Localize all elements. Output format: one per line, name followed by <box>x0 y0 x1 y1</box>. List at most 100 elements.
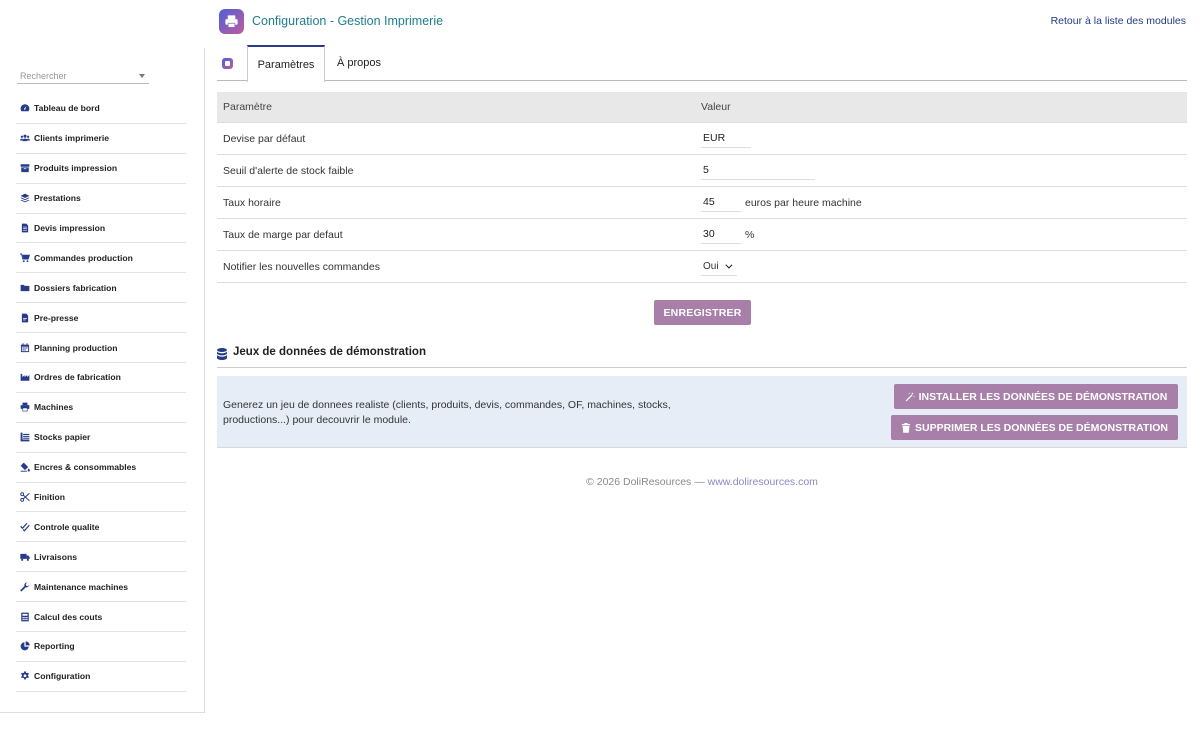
magic-wand-icon <box>905 391 915 401</box>
sidebar-item-label: Finition <box>34 492 66 503</box>
dashboard-icon <box>19 103 30 114</box>
sidebar-item-label: Configuration <box>34 671 91 682</box>
sidebar-item-calcul-des-couts[interactable]: Calcul des couts <box>16 602 186 633</box>
sidebar-item-produits-impression[interactable]: Produits impression <box>16 154 186 184</box>
layers-icon <box>19 193 30 204</box>
params-table: Paramètre Valeur Devise par défaut Seuil… <box>217 92 1187 283</box>
stock-threshold-input[interactable] <box>701 161 815 180</box>
sidebar-item-label: Prestations <box>34 193 81 204</box>
save-button[interactable]: ENREGISTRER <box>654 300 751 325</box>
sidebar-item-label: Dossiers fabrication <box>34 282 117 293</box>
module-icon <box>222 58 233 69</box>
sidebar-item-commandes-production[interactable]: Commandes production <box>16 243 186 274</box>
demo-title-text: Jeux de données de démonstration <box>233 346 426 358</box>
param-label: Taux horaire <box>223 196 281 209</box>
footer-copyright: © 2026 DoliResources — <box>586 476 708 488</box>
fill-drip-icon <box>19 462 30 473</box>
check-double-icon <box>19 521 30 532</box>
sidebar-item-dossiers-fabrication[interactable]: Dossiers fabrication <box>16 273 186 304</box>
sidebar-menu: Tableau de bord Clients imprimerie Produ… <box>16 94 186 692</box>
gear-icon <box>19 671 30 682</box>
param-label: Devise par défaut <box>223 132 306 145</box>
table-row: Taux horaire euros par heure machine <box>217 187 1187 219</box>
footer-link[interactable]: www.doliresources.com <box>708 476 818 488</box>
param-label: Taux de marge par defaut <box>223 228 343 241</box>
delete-demo-button[interactable]: SUPPRIMER LES DONNÉES DE DÉMONSTRATION <box>891 415 1178 440</box>
sidebar-item-stocks-papier[interactable]: Stocks papier <box>16 423 186 453</box>
sidebar-item-label: Encres & consommables <box>34 462 137 473</box>
sidebar: Rechercher Tableau de bord Clients impri… <box>0 48 205 713</box>
sidebar-item-label: Commandes production <box>34 252 133 263</box>
search-select[interactable]: Rechercher <box>17 68 149 84</box>
demo-description: Generez un jeu de donnees realiste (clie… <box>223 399 671 426</box>
sidebar-item-machines[interactable]: Machines <box>16 393 186 423</box>
notify-orders-value: Oui <box>703 260 719 272</box>
folder-icon <box>19 282 30 293</box>
sidebar-item-label: Maintenance machines <box>34 581 129 592</box>
tab-a-propos[interactable]: À propos <box>325 45 393 81</box>
users-icon <box>19 133 30 144</box>
tab-bar: Paramètres À propos <box>217 45 1187 82</box>
hourly-rate-unit: euros par heure machine <box>745 196 862 209</box>
sidebar-item-devis-impression[interactable]: Devis impression <box>16 214 186 244</box>
industry-icon <box>19 372 30 383</box>
sidebar-item-finition[interactable]: Finition <box>16 483 186 513</box>
page-title: Configuration - Gestion Imprimerie <box>252 14 444 28</box>
sidebar-item-prestations[interactable]: Prestations <box>16 184 186 214</box>
sidebar-item-reporting[interactable]: Reporting <box>16 632 186 662</box>
sidebar-item-label: Calcul des couts <box>34 611 103 622</box>
database-icon <box>217 348 227 360</box>
back-to-modules-link[interactable]: Retour à la liste des modules <box>1051 15 1186 27</box>
table-row: Taux de marge par defaut % <box>217 219 1187 251</box>
sidebar-item-label: Stocks papier <box>34 432 91 443</box>
currency-input[interactable] <box>701 129 751 148</box>
table-row: Devise par défaut <box>217 123 1187 155</box>
column-header-value: Valeur <box>701 101 731 113</box>
install-demo-button[interactable]: INSTALLER LES DONNÉES DE DÉMONSTRATION <box>894 384 1178 409</box>
hourly-rate-input[interactable] <box>701 193 741 212</box>
trash-icon <box>901 422 911 433</box>
file-icon <box>19 312 30 323</box>
sidebar-item-configuration[interactable]: Configuration <box>16 662 186 692</box>
sidebar-item-ordres-de-fabrication[interactable]: Ordres de fabrication <box>16 363 186 393</box>
sidebar-item-label: Planning production <box>34 342 118 353</box>
delete-demo-label: SUPPRIMER LES DONNÉES DE DÉMONSTRATION <box>915 421 1168 434</box>
sidebar-item-tableau-de-bord[interactable]: Tableau de bord <box>16 94 186 124</box>
sidebar-item-label: Clients imprimerie <box>34 133 109 144</box>
param-label: Notifier les nouvelles commandes <box>223 260 380 273</box>
sidebar-item-controle-qualite[interactable]: Controle qualite <box>16 512 186 543</box>
sidebar-item-label: Pre-presse <box>34 312 79 323</box>
table-row: Seuil d'alerte de stock faible <box>217 155 1187 187</box>
paper-stack-icon <box>19 432 30 443</box>
column-header-param: Paramètre <box>223 101 273 113</box>
pie-chart-icon <box>19 641 30 652</box>
param-label: Seuil d'alerte de stock faible <box>223 164 354 177</box>
margin-rate-unit: % <box>745 228 755 241</box>
sidebar-item-clients-imprimerie[interactable]: Clients imprimerie <box>16 124 186 154</box>
sidebar-item-label: Machines <box>34 402 74 413</box>
table-header-row: Paramètre Valeur <box>217 92 1187 123</box>
chevron-down-icon <box>724 261 733 269</box>
caret-down-icon <box>139 73 145 78</box>
sidebar-item-encres-consommables[interactable]: Encres & consommables <box>16 453 186 483</box>
sidebar-item-label: Devis impression <box>34 223 106 233</box>
calculator-icon <box>19 611 30 622</box>
sidebar-item-maintenance-machines[interactable]: Maintenance machines <box>16 572 186 603</box>
calendar-icon <box>19 342 30 353</box>
sidebar-item-label: Controle qualite <box>34 521 100 532</box>
sidebar-item-label: Tableau de bord <box>34 103 100 114</box>
sidebar-item-pre-presse[interactable]: Pre-presse <box>16 303 186 334</box>
search-placeholder: Rechercher <box>20 70 67 81</box>
printer-icon <box>19 402 30 413</box>
table-row: Notifier les nouvelles commandes Oui <box>217 251 1187 283</box>
sidebar-item-label: Ordres de fabrication <box>34 372 121 383</box>
margin-rate-input[interactable] <box>701 225 741 244</box>
footer: © 2026 DoliResources — www.doliresources… <box>217 476 1187 488</box>
truck-icon <box>19 551 30 562</box>
notify-orders-select[interactable]: Oui <box>701 258 737 276</box>
tab-parametres[interactable]: Paramètres <box>247 45 325 82</box>
app-printer-icon <box>219 9 244 34</box>
sidebar-item-label: Produits impression <box>34 163 118 174</box>
sidebar-item-livraisons[interactable]: Livraisons <box>16 542 186 573</box>
sidebar-item-planning-production[interactable]: Planning production <box>16 333 186 364</box>
